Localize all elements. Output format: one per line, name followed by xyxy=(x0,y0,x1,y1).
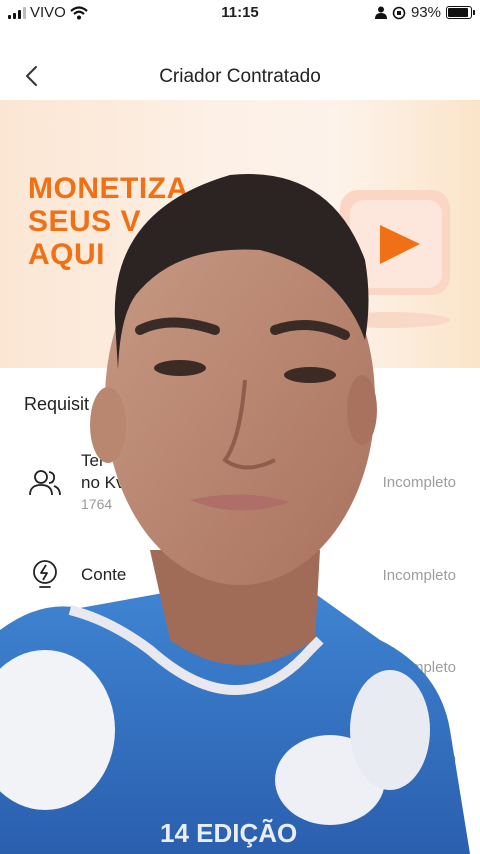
person-icon xyxy=(374,6,387,19)
status-right: 93% xyxy=(374,4,475,21)
shirt-print-text: 14 EDIÇÃO xyxy=(160,818,297,848)
battery-percent: 93% xyxy=(410,4,441,21)
camera-selfie-overlay: 14 EDIÇÃO xyxy=(0,174,470,854)
page-title: Criador Contratado xyxy=(159,66,321,87)
navigation-header: Criador Contratado xyxy=(0,52,480,100)
orientation-lock-icon xyxy=(392,6,406,19)
battery-icon xyxy=(446,6,475,19)
status-bar: VIVO 11:15 93% xyxy=(0,0,480,26)
